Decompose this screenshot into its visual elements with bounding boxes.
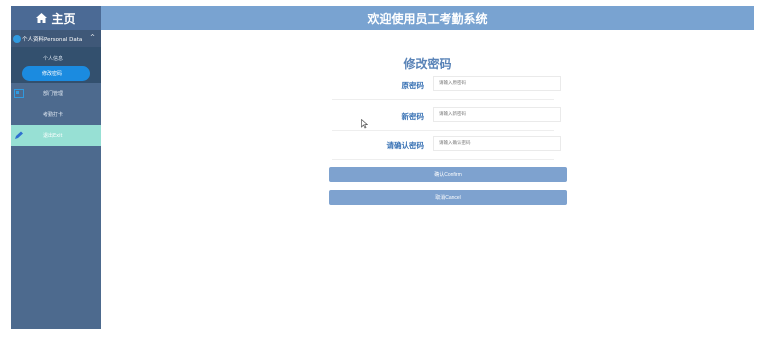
home-link[interactable]: 主页 (11, 6, 101, 30)
main-content: 修改密码 原密码 新密码 请确认密码 确认Confirm 取消Cancel (101, 30, 754, 329)
sidebar-item-label: 退出Exit (43, 133, 63, 139)
confirm-password-label: 请确认密码 (386, 141, 425, 150)
chevron-up-icon: ^ (89, 34, 95, 41)
confirm-button[interactable]: 确认Confirm (329, 167, 567, 182)
user-circle-icon (13, 34, 21, 43)
sidebar-item-label: 部门管理 (43, 91, 64, 97)
home-label: 主页 (51, 11, 76, 26)
pencil-icon (14, 131, 24, 140)
app-frame: 主页 个人资料Personal Data ^ 个人信息 修改密码 部门管理 考勤… (11, 6, 754, 329)
new-password-input[interactable] (433, 107, 561, 122)
confirm-password-row: 请确认密码 (332, 132, 561, 160)
sidebar-item-change-password[interactable]: 修改密码 (22, 66, 90, 81)
mouse-cursor-icon (361, 114, 369, 133)
cancel-button[interactable]: 取消Cancel (329, 190, 567, 205)
old-password-label: 原密码 (401, 81, 425, 90)
sidebar-item-label: 考勤打卡 (43, 112, 64, 118)
confirm-password-input[interactable] (433, 136, 561, 151)
sidebar: 主页 个人资料Personal Data ^ 个人信息 修改密码 部门管理 考勤… (11, 6, 101, 329)
sidebar-item-department[interactable]: 部门管理 (11, 83, 101, 104)
sidebar-item-attendance[interactable]: 考勤打卡 (11, 104, 101, 125)
page-header-title: 欢迎使用员工考勤系统 (367, 11, 488, 26)
old-password-input[interactable] (433, 76, 561, 91)
sidebar-submenu: 个人信息 修改密码 (11, 47, 101, 83)
sidebar-group-label: 个人资料Personal Data (22, 36, 83, 43)
page-header: 欢迎使用员工考勤系统 (101, 6, 754, 30)
sidebar-item-personal-info[interactable]: 个人信息 (11, 51, 101, 66)
old-password-row: 原密码 (332, 72, 561, 100)
sidebar-item-exit[interactable]: 退出Exit (11, 125, 101, 146)
new-password-label: 新密码 (401, 112, 425, 121)
id-card-icon (14, 89, 24, 98)
home-icon (36, 13, 48, 23)
sidebar-group-personal-data[interactable]: 个人资料Personal Data ^ (11, 30, 101, 47)
form-title: 修改密码 (403, 57, 452, 71)
